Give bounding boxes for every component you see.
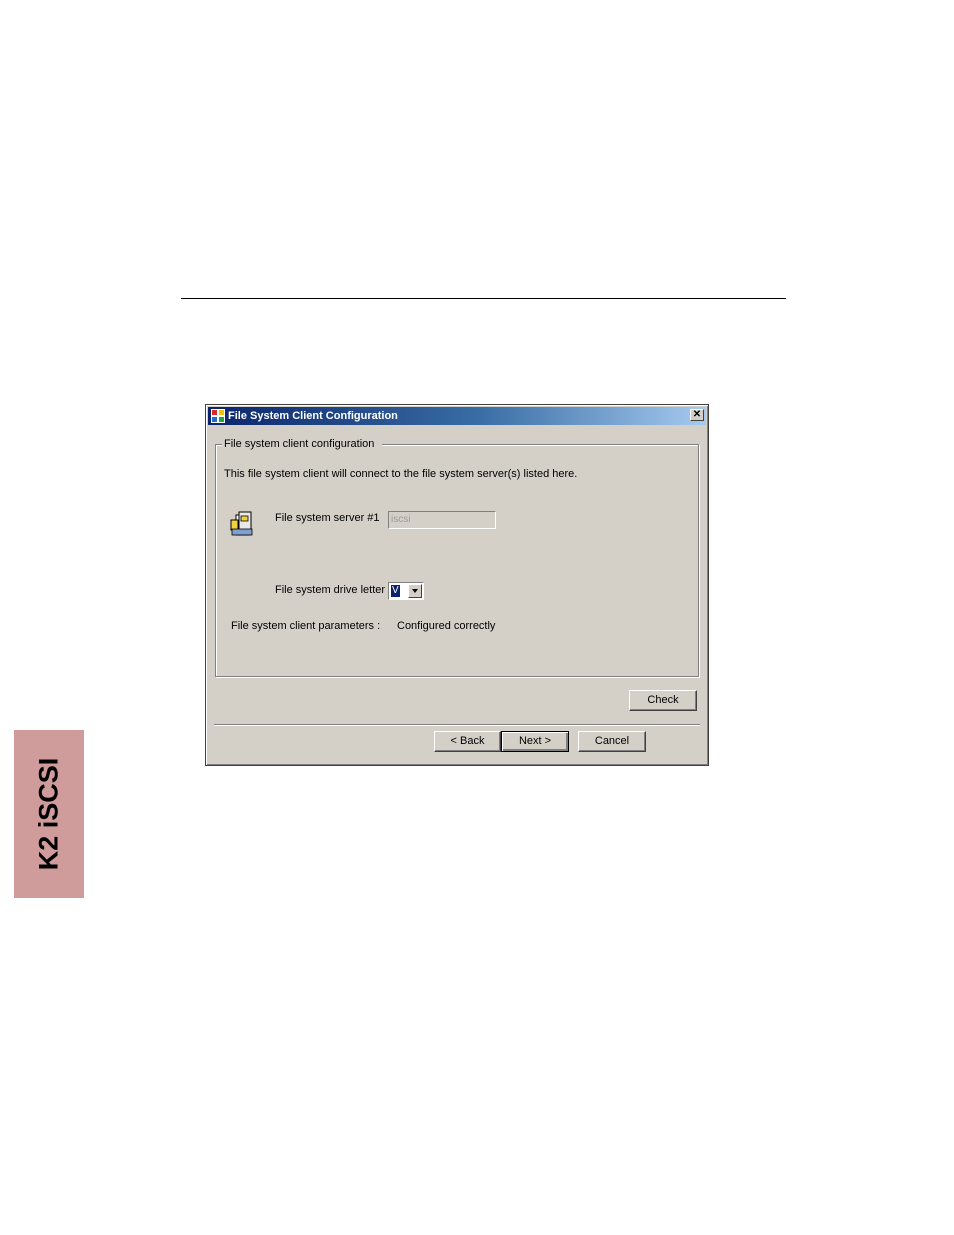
server-label: File system server #1 (275, 512, 380, 524)
chapter-side-tab: K2 iSCSI (14, 730, 84, 898)
check-button[interactable]: Check (629, 690, 697, 711)
server-name-field: iscsi (388, 511, 496, 529)
cancel-button[interactable]: Cancel (578, 731, 646, 752)
server-icon (230, 511, 253, 536)
groupbox-legend: File system client configuration (222, 438, 383, 451)
drive-letter-value: V (391, 585, 400, 597)
dialog-titlebar[interactable]: File System Client Configuration ✕ (208, 407, 706, 425)
file-system-client-configuration-dialog: File System Client Configuration ✕ File … (205, 404, 709, 766)
drive-letter-select[interactable]: V (388, 582, 424, 600)
dialog-title: File System Client Configuration (228, 410, 398, 422)
chevron-down-icon[interactable] (408, 584, 422, 598)
parameters-label: File system client parameters : (231, 620, 381, 632)
back-button[interactable]: < Back (434, 731, 501, 752)
description-text: This file system client will connect to … (224, 468, 578, 480)
close-icon: ✕ (692, 409, 702, 420)
chapter-side-tab-label: K2 iSCSI (33, 757, 64, 871)
button-area-separator (214, 724, 700, 726)
close-button[interactable]: ✕ (690, 409, 704, 421)
drive-letter-label: File system drive letter (275, 584, 386, 596)
page-header-rule (181, 298, 786, 299)
next-button[interactable]: Next > (501, 731, 569, 752)
window-app-icon (211, 409, 225, 423)
parameters-status: Configured correctly (397, 620, 496, 632)
